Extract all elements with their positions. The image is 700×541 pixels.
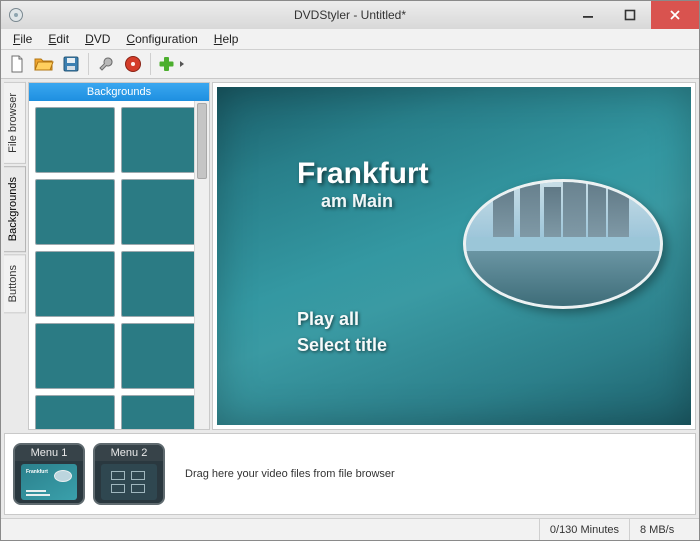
status-duration: 0/130 Minutes	[539, 519, 629, 540]
side-tab-buttons[interactable]: Buttons	[4, 254, 26, 313]
toolbar	[1, 49, 699, 79]
background-thumb[interactable]	[35, 323, 115, 389]
timeline-hint: Drag here your video files from file bro…	[185, 468, 395, 480]
background-thumb[interactable]	[121, 107, 201, 173]
backgrounds-panel: Backgrounds	[28, 82, 210, 430]
wrench-icon	[97, 55, 115, 73]
backgrounds-header: Backgrounds	[29, 83, 209, 101]
minimize-button[interactable]	[567, 1, 609, 29]
building-icon	[608, 182, 629, 237]
maximize-button[interactable]	[609, 1, 651, 29]
menu2-mini-preview	[101, 464, 157, 500]
content-area: File browser Backgrounds Buttons Backgro…	[1, 79, 699, 433]
timeline[interactable]: Menu 1 Frankfurt Menu 2 Drag here your v…	[4, 433, 696, 515]
timeline-thumb-label: Menu 2	[95, 445, 163, 461]
background-thumb[interactable]	[35, 179, 115, 245]
backgrounds-grid	[29, 101, 209, 429]
burn-disc-icon	[124, 55, 142, 73]
titlebar: DVDStyler - Untitled*	[1, 1, 699, 29]
side-tab-strip: File browser Backgrounds Buttons	[4, 82, 26, 430]
menu-select-title-button[interactable]: Select title	[297, 335, 387, 356]
background-thumb[interactable]	[121, 395, 201, 429]
side-tab-backgrounds[interactable]: Backgrounds	[4, 166, 26, 252]
menu-image-frame[interactable]	[463, 179, 663, 309]
save-button[interactable]	[59, 52, 83, 76]
status-bitrate: 8 MB/s	[629, 519, 699, 540]
new-file-icon	[8, 55, 26, 73]
menu-file[interactable]: File	[5, 30, 40, 48]
background-thumb[interactable]	[121, 179, 201, 245]
toolbar-separator-2	[150, 53, 151, 75]
menu-title[interactable]: Frankfurt	[297, 157, 429, 191]
building-icon	[588, 179, 605, 237]
menu-help[interactable]: Help	[206, 30, 247, 48]
window-controls	[567, 1, 699, 29]
newfile-button[interactable]	[5, 52, 29, 76]
river	[466, 251, 660, 306]
dvd-menu-canvas[interactable]: Frankfurt am Main Play all Select title	[217, 87, 691, 425]
menu-preview[interactable]: Frankfurt am Main Play all Select title	[212, 82, 696, 430]
toolbar-separator	[88, 53, 89, 75]
building-icon	[563, 179, 586, 237]
background-thumb[interactable]	[121, 323, 201, 389]
timeline-menu-thumb[interactable]: Menu 1 Frankfurt	[13, 443, 85, 505]
timeline-menu-thumb[interactable]: Menu 2	[93, 443, 165, 505]
building-icon	[520, 179, 539, 237]
building-icon	[493, 180, 514, 237]
app-icon	[6, 5, 26, 25]
menu-subtitle[interactable]: am Main	[321, 191, 393, 212]
options-button[interactable]	[94, 52, 118, 76]
statusbar: 0/130 Minutes 8 MB/s	[1, 518, 699, 540]
background-thumb[interactable]	[35, 251, 115, 317]
menu-play-all-button[interactable]: Play all	[297, 309, 359, 330]
scrollbar-thumb[interactable]	[197, 103, 207, 179]
open-button[interactable]	[32, 52, 56, 76]
add-plus-icon	[158, 55, 188, 73]
close-button[interactable]	[651, 1, 699, 29]
timeline-thumb-label: Menu 1	[15, 445, 83, 461]
save-icon	[62, 55, 80, 73]
backgrounds-scrollbar[interactable]	[194, 101, 209, 429]
menubar: File Edit DVD Configuration Help	[1, 29, 699, 49]
app-window: DVDStyler - Untitled* File Edit DVD Conf…	[0, 0, 700, 541]
add-button[interactable]	[156, 52, 190, 76]
building-icon	[544, 187, 561, 237]
menu1-mini-preview: Frankfurt	[21, 464, 77, 500]
menu-dvd[interactable]: DVD	[77, 30, 118, 48]
menu-configuration[interactable]: Configuration	[118, 30, 205, 48]
background-thumb[interactable]	[35, 107, 115, 173]
burn-button[interactable]	[121, 52, 145, 76]
background-thumb[interactable]	[35, 395, 115, 429]
side-tab-file-browser[interactable]: File browser	[4, 82, 26, 164]
background-thumb[interactable]	[121, 251, 201, 317]
menu-edit[interactable]: Edit	[40, 30, 77, 48]
open-folder-icon	[34, 55, 54, 73]
